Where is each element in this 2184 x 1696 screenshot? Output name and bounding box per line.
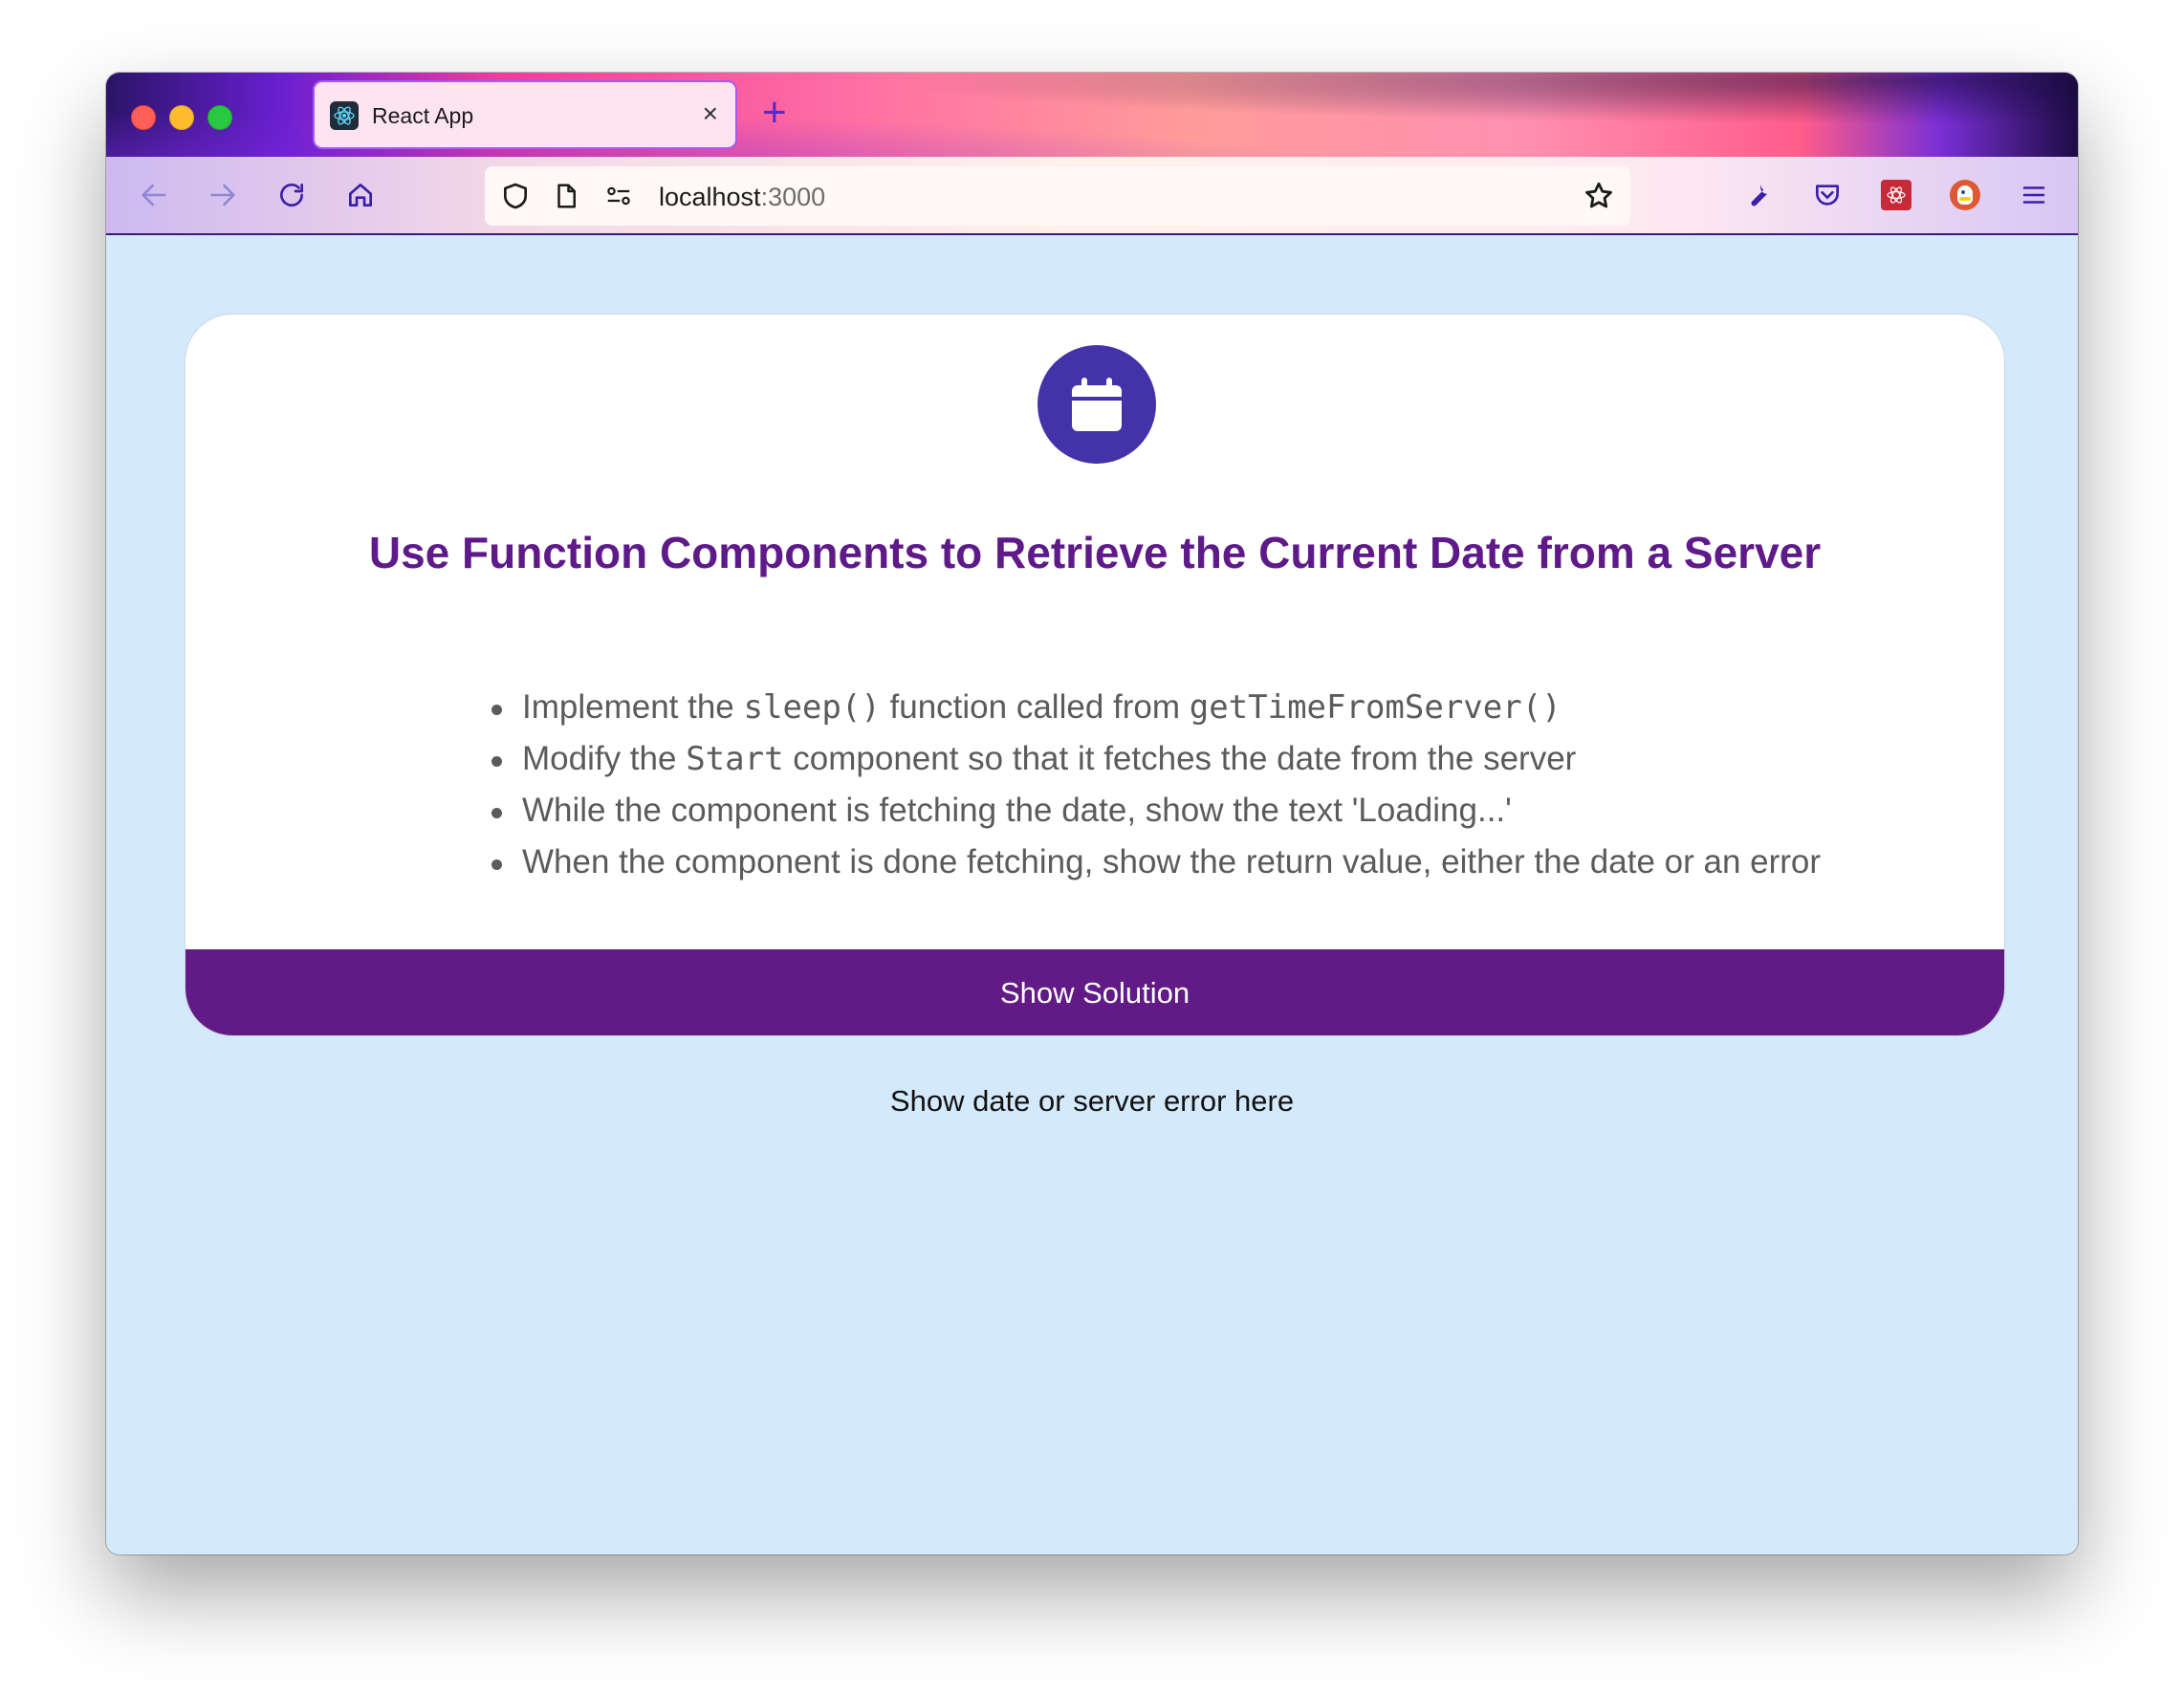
bullet-text: While the component is fetching the date… — [522, 792, 1512, 829]
forward-icon[interactable] — [204, 176, 242, 214]
instruction-card: Use Function Components to Retrieve the … — [185, 314, 2005, 1036]
pocket-icon[interactable] — [1808, 176, 1846, 214]
bullet-text: function called from — [880, 688, 1190, 726]
code-snippet: sleep() — [743, 688, 881, 727]
close-window-button[interactable] — [131, 105, 156, 130]
zoom-window-button[interactable] — [207, 105, 232, 130]
tab-title: React App — [372, 103, 474, 128]
tab-react-app[interactable]: React App × — [313, 80, 737, 149]
list-item: Implement the sleep() function called fr… — [488, 682, 1821, 733]
home-icon[interactable] — [341, 176, 380, 214]
url-host: localhost — [659, 183, 761, 211]
menu-icon[interactable] — [2015, 176, 2053, 214]
url-port: :3000 — [760, 183, 826, 211]
result-text: Show date or server error here — [889, 1084, 1295, 1118]
card-title: Use Function Components to Retrieve the … — [368, 528, 1822, 577]
calendar-icon — [1037, 345, 1156, 464]
bullet-text: When the component is done fetching, sho… — [522, 843, 1822, 881]
url-text[interactable]: localhost:3000 — [659, 183, 825, 212]
reload-icon[interactable] — [273, 176, 311, 214]
bullet-text: component so that it fetches the date fr… — [783, 740, 1577, 777]
wrench-icon[interactable] — [1739, 176, 1778, 214]
code-snippet: Start — [686, 740, 784, 778]
tab-close-icon[interactable]: × — [703, 98, 718, 129]
code-snippet: getTimeFromServer() — [1189, 688, 1562, 727]
bullet-text: Implement the — [522, 688, 744, 726]
show-solution-button[interactable]: Show Solution — [186, 949, 2004, 1035]
minimize-window-button[interactable] — [169, 105, 194, 130]
list-item: While the component is fetching the date… — [488, 785, 1821, 837]
bullet-text: Modify the — [522, 740, 687, 777]
url-bar[interactable]: localhost:3000 — [485, 166, 1630, 226]
requirements-list: Implement the sleep() function called fr… — [488, 682, 1821, 888]
back-icon[interactable] — [135, 176, 173, 214]
permissions-icon[interactable] — [603, 182, 634, 215]
extension-icon[interactable] — [1877, 176, 1915, 214]
navigation-bar: localhost:3000 — [106, 157, 2078, 235]
page-content: Use Function Components to Retrieve the … — [106, 235, 2078, 1555]
list-item: When the component is done fetching, sho… — [488, 837, 1821, 888]
shield-icon[interactable] — [500, 181, 531, 216]
tab-bar: React App × + — [106, 73, 2078, 157]
duckduckgo-icon[interactable] — [1946, 176, 1984, 214]
new-tab-button[interactable]: + — [762, 92, 787, 134]
react-logo-icon — [330, 101, 359, 130]
page-icon[interactable] — [552, 181, 580, 216]
browser-window: React App × + localhost:3000 Use Functio… — [106, 73, 2078, 1555]
list-item: Modify the Start component so that it fe… — [488, 733, 1821, 785]
star-icon[interactable] — [1583, 180, 1615, 217]
